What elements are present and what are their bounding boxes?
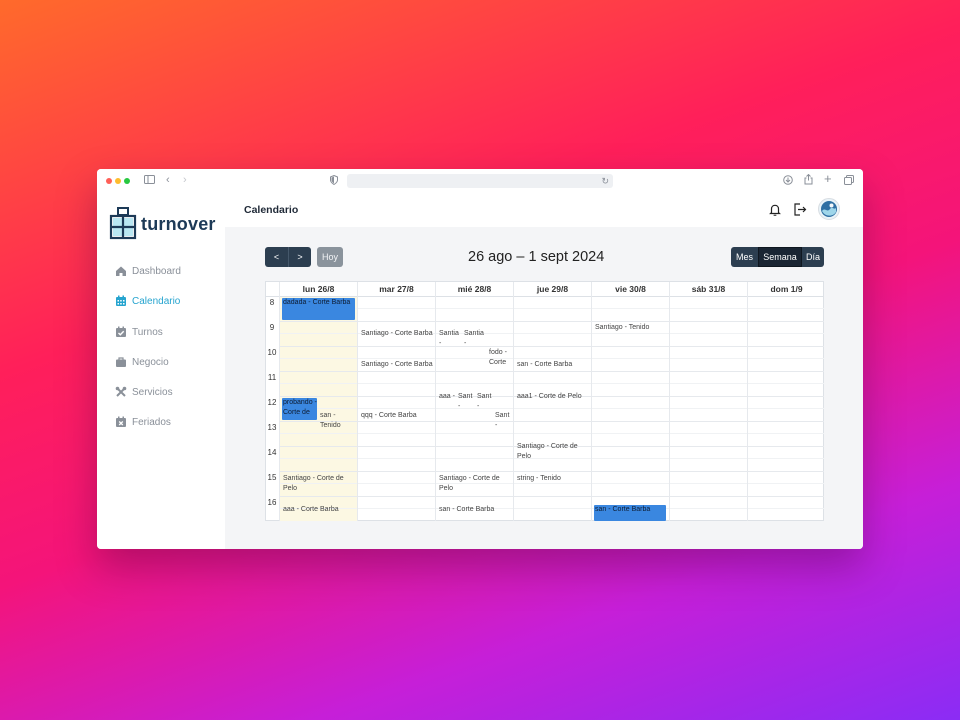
- browser-toolbar: ‹ › ↻ +: [97, 169, 863, 193]
- avatar[interactable]: [818, 198, 840, 225]
- sidebar-item-turnos[interactable]: Turnos: [115, 324, 163, 340]
- sidebar-item-label: Feriados: [132, 416, 171, 428]
- top-bar: Calendario: [225, 193, 863, 227]
- page-title: Calendario: [244, 204, 299, 216]
- back-icon[interactable]: ‹: [166, 174, 170, 186]
- event[interactable]: probando - Corte de: [282, 398, 317, 420]
- sidebar-item-negocio[interactable]: Negocio: [115, 354, 169, 370]
- hour-label: 11: [267, 373, 277, 382]
- logout-icon[interactable]: [793, 203, 807, 221]
- sidebar-item-feriados[interactable]: Feriados: [115, 414, 171, 430]
- event[interactable]: Santiago - Tenido: [595, 323, 667, 335]
- sidebar-item-dashboard[interactable]: Dashboard: [115, 263, 181, 279]
- view-day-button[interactable]: Día: [802, 247, 824, 267]
- maximize-window-button[interactable]: [124, 178, 130, 184]
- event[interactable]: san - Corte Barba: [439, 505, 511, 517]
- sidebar: turnover Dashboard Calendario Turnos Neg…: [97, 193, 226, 549]
- briefcase-icon: [115, 356, 127, 368]
- event[interactable]: qqq - Corte Barba: [361, 411, 433, 423]
- event[interactable]: Santiago - Corte de Pelo: [517, 442, 589, 464]
- event[interactable]: string - Tenido: [517, 474, 589, 486]
- day-header-sun[interactable]: dom 1/9: [748, 284, 825, 294]
- new-tab-icon[interactable]: +: [824, 172, 832, 185]
- tabs-overview-icon[interactable]: [844, 175, 854, 188]
- app-logo-icon[interactable]: [109, 207, 137, 246]
- app-logo-text[interactable]: turnover: [141, 214, 216, 235]
- event[interactable]: san - Corte Barba: [517, 360, 589, 372]
- sidebar-item-label: Servicios: [132, 386, 173, 398]
- event[interactable]: Sant -: [477, 392, 494, 414]
- bell-icon[interactable]: [769, 203, 781, 221]
- hour-label: 8: [269, 298, 275, 307]
- event[interactable]: dadada - Corte Barba: [282, 298, 355, 320]
- event[interactable]: fodo - Corte: [489, 348, 512, 370]
- event[interactable]: aaa - Corte Barba: [283, 505, 355, 517]
- hour-label: 14: [267, 448, 277, 457]
- share-icon[interactable]: [804, 173, 813, 188]
- view-month-button[interactable]: Mes: [731, 247, 758, 267]
- hour-label: 15: [267, 473, 277, 482]
- event[interactable]: Santiago - Corte Barba: [361, 329, 433, 351]
- browser-window: ‹ › ↻ + turnover Dashboard Calendario Tu…: [97, 169, 863, 549]
- sidebar-item-label: Dashboard: [132, 265, 181, 277]
- minimize-window-button[interactable]: [115, 178, 121, 184]
- day-header-fri[interactable]: vie 30/8: [592, 284, 669, 294]
- day-header-tue[interactable]: mar 27/8: [358, 284, 435, 294]
- hour-label: 16: [267, 498, 277, 507]
- sidebar-item-label: Calendario: [132, 295, 181, 307]
- home-icon: [115, 265, 127, 277]
- day-header-sat[interactable]: sáb 31/8: [670, 284, 747, 294]
- event[interactable]: Sant -: [458, 392, 475, 414]
- tools-icon: [115, 386, 127, 398]
- sidebar-item-label: Negocio: [132, 356, 169, 368]
- hour-label: 9: [269, 323, 275, 332]
- view-week-button[interactable]: Semana: [758, 247, 802, 267]
- event[interactable]: Santia -: [464, 329, 487, 351]
- next-week-button[interactable]: >: [288, 247, 311, 267]
- hour-label: 10: [267, 348, 277, 357]
- shield-icon: [330, 174, 338, 188]
- calendar-icon: [115, 295, 127, 307]
- sidebar-item-servicios[interactable]: Servicios: [115, 384, 173, 400]
- hour-label: 13: [267, 423, 277, 432]
- download-icon[interactable]: [783, 175, 793, 188]
- close-window-button[interactable]: [106, 178, 112, 184]
- hour-label: 12: [267, 398, 277, 407]
- event[interactable]: Santiago - Corte de Pelo: [283, 474, 355, 496]
- event[interactable]: aaa1 - Corte de Pelo: [517, 392, 589, 404]
- day-header-wed[interactable]: mié 28/8: [436, 284, 513, 294]
- event[interactable]: Santiago - Corte de Pelo: [439, 474, 511, 496]
- main-content: Calendario < > Hoy 26 ago – 1 sept 2024 …: [225, 193, 863, 549]
- date-range-title: 26 ago – 1 sept 2024: [468, 249, 605, 265]
- sidebar-toggle-icon[interactable]: [144, 175, 155, 187]
- event[interactable]: Sant -: [495, 411, 512, 433]
- event[interactable]: aaa -: [439, 392, 456, 414]
- sidebar-item-calendario[interactable]: Calendario: [115, 293, 180, 309]
- address-bar[interactable]: ↻: [347, 174, 613, 188]
- day-header-thu[interactable]: jue 29/8: [514, 284, 591, 294]
- calendar-check-icon: [115, 326, 127, 338]
- week-calendar: lun 26/8 mar 27/8 mié 28/8 jue 29/8 vie …: [265, 281, 824, 521]
- prev-week-button[interactable]: <: [265, 247, 288, 267]
- calendar-x-icon: [115, 416, 127, 428]
- day-header-mon[interactable]: lun 26/8: [280, 284, 357, 294]
- reload-icon[interactable]: ↻: [601, 175, 609, 187]
- forward-icon[interactable]: ›: [183, 174, 187, 186]
- event[interactable]: Santiago - Corte Barba: [361, 360, 433, 382]
- event[interactable]: san - Corte Barba: [594, 505, 666, 521]
- today-button[interactable]: Hoy: [317, 247, 343, 267]
- event[interactable]: san - Tenido: [320, 411, 354, 433]
- event[interactable]: Santia -: [439, 329, 462, 351]
- sidebar-item-label: Turnos: [132, 326, 163, 338]
